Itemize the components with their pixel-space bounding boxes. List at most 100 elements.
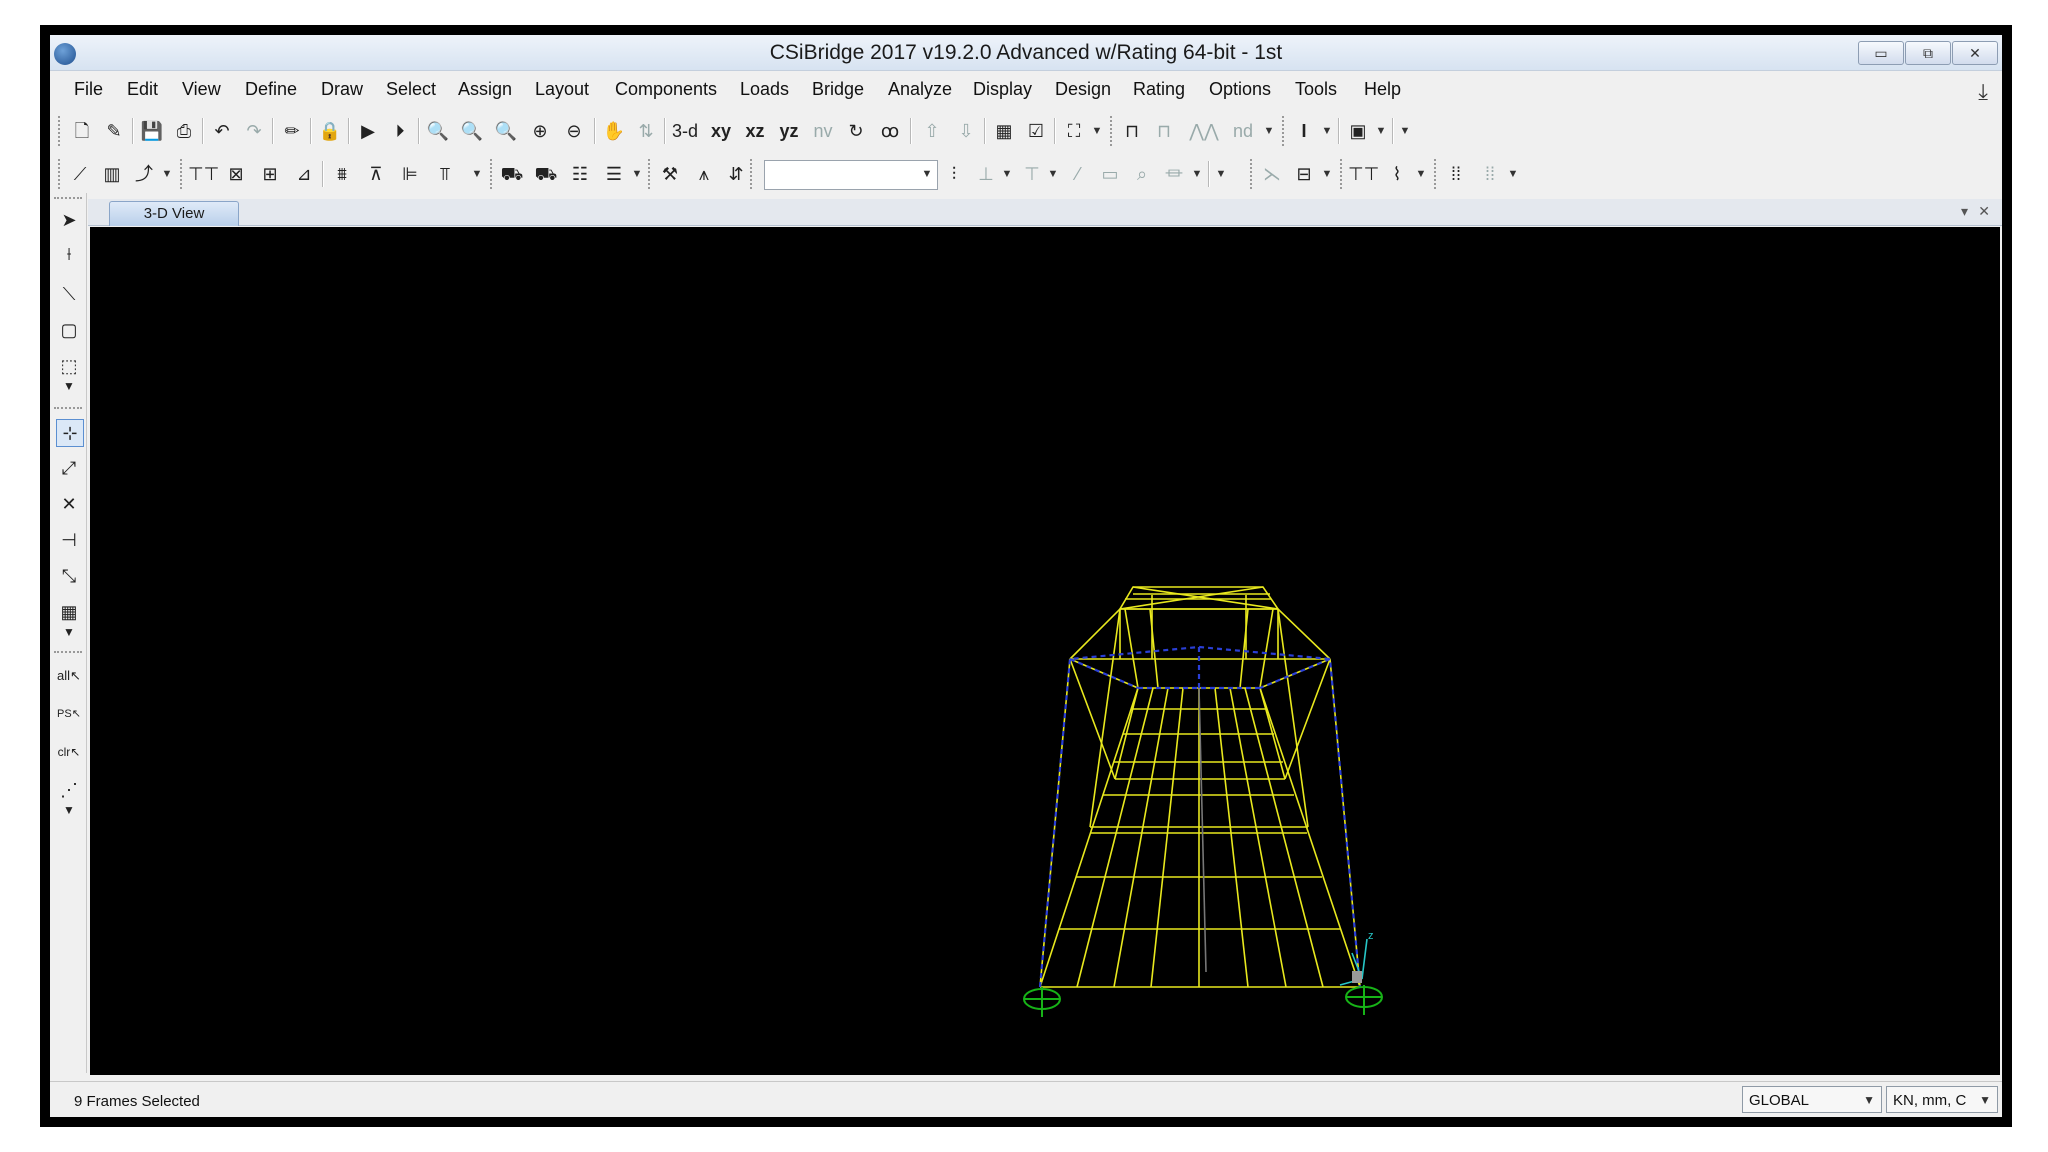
draw-line-icon[interactable]: ⟍ — [56, 281, 82, 307]
zoom-in-icon[interactable]: ⊕ — [526, 118, 554, 144]
menu-rating[interactable]: Rating — [1133, 79, 1185, 100]
draw-frame-icon[interactable]: ⟋ — [66, 161, 94, 187]
chevron-down-icon[interactable]: ▼ — [630, 161, 644, 187]
show-undeformed-icon[interactable]: ⛶ — [1060, 118, 1088, 144]
draw-area-icon[interactable]: ⬚ — [56, 353, 82, 379]
refresh-view-icon[interactable]: ✏ — [278, 118, 306, 144]
toolbar-grip[interactable] — [1282, 116, 1287, 146]
intersecting-line-select-icon[interactable]: ⋰ — [56, 777, 82, 803]
chevron-down-icon[interactable]: ▼ — [470, 161, 484, 187]
move-down-icon[interactable]: ⇩ — [952, 118, 980, 144]
toolbar-grip[interactable] — [54, 651, 82, 655]
chevron-down-icon[interactable]: ▼ — [1000, 161, 1014, 187]
toolbar-grip[interactable] — [1434, 159, 1439, 189]
design-frame-icon[interactable]: ⋋ — [1258, 161, 1286, 187]
chevron-down-icon[interactable]: ▼ — [1046, 161, 1060, 187]
chevron-down-icon[interactable]: ▼ — [1414, 161, 1428, 187]
bent-icon[interactable]: ⊞ — [256, 161, 284, 187]
minimize-button[interactable]: ▭ — [1858, 41, 1904, 65]
pointer-icon[interactable]: ➤ — [56, 207, 82, 233]
download-icon[interactable]: ⤓ — [1978, 79, 1988, 105]
run-analysis-icon[interactable]: ▶ — [354, 118, 382, 144]
bearing-icon[interactable]: ⩩ — [328, 161, 356, 187]
check-model-icon[interactable]: ☑ — [1022, 118, 1050, 144]
menu-options[interactable]: Options — [1209, 79, 1271, 100]
menu-components[interactable]: Components — [615, 79, 717, 100]
lock-icon[interactable]: 🔒 — [316, 118, 344, 144]
show-grid-icon[interactable]: ⁞⁞ — [1442, 161, 1470, 187]
vehicle-class-icon[interactable]: ⛟ — [532, 161, 560, 187]
chevron-down-icon[interactable]: ▼ — [1320, 118, 1334, 144]
menu-view[interactable]: View — [182, 79, 221, 100]
chevron-down-icon[interactable]: ▼ — [1374, 118, 1388, 144]
view-nd-button[interactable]: nd — [1228, 118, 1258, 144]
close-button[interactable]: ✕ — [1952, 41, 1998, 65]
pan-icon[interactable]: ✋ — [600, 118, 628, 144]
redo-icon[interactable]: ↷ — [240, 118, 268, 144]
menu-define[interactable]: Define — [245, 79, 297, 100]
span-icon[interactable]: ⊫ — [396, 161, 424, 187]
abutment-icon[interactable]: ⊿ — [290, 161, 318, 187]
chevron-down-icon[interactable]: ▼ — [160, 161, 174, 187]
display-joint-reactions-icon[interactable]: ⊥ — [972, 161, 1000, 187]
display-forces-icon[interactable]: ⫶ — [940, 161, 968, 187]
chevron-down-icon[interactable]: ▼ — [1090, 118, 1104, 144]
view-xy-button[interactable]: xy — [706, 118, 736, 144]
toolbar-grip[interactable] — [648, 159, 653, 189]
toolbar-grip[interactable] — [1110, 116, 1115, 146]
move-up-icon[interactable]: ⇧ — [918, 118, 946, 144]
design-table-icon[interactable]: ⊟ — [1290, 161, 1318, 187]
chevron-down-icon[interactable]: ▼ — [920, 161, 934, 187]
coord-system-select[interactable]: GLOBAL ▼ — [1742, 1086, 1882, 1113]
area-section-icon[interactable]: ▣ — [1344, 118, 1372, 144]
view-yz-button[interactable]: yz — [774, 118, 804, 144]
menu-draw[interactable]: Draw — [321, 79, 363, 100]
snap-lines-icon[interactable]: ⤡ — [56, 563, 82, 589]
draw-rectangle-icon[interactable]: ▢ — [56, 317, 82, 343]
draw-section-cut-icon[interactable]: ▥ — [98, 161, 126, 187]
snap-line-ends-icon[interactable]: ⤢ — [56, 455, 82, 481]
show-axes-icon[interactable]: ⁞⁞ — [1476, 161, 1504, 187]
undo-icon[interactable]: ↶ — [208, 118, 236, 144]
zoom-out-icon[interactable]: ⊖ — [560, 118, 588, 144]
menu-tools[interactable]: Tools — [1295, 79, 1337, 100]
toolbar-grip[interactable] — [58, 116, 63, 146]
view-xz-button[interactable]: xz — [740, 118, 770, 144]
units-select[interactable]: KN, mm, C ▼ — [1886, 1086, 1998, 1113]
toolbar-grip[interactable] — [180, 159, 185, 189]
toolbar-grip[interactable] — [58, 159, 63, 189]
toolbar-grip[interactable] — [1340, 159, 1345, 189]
lanes-icon[interactable]: ☷ — [566, 161, 594, 187]
toolbar-grip[interactable] — [54, 197, 82, 201]
display-plot-functions-icon[interactable]: ▭ — [1096, 161, 1124, 187]
set-display-options-icon[interactable]: ▦ — [990, 118, 1018, 144]
chevron-down-icon[interactable]: ▼ — [1506, 161, 1520, 187]
load-patterns-icon[interactable]: ☰ — [600, 161, 628, 187]
chevron-down-icon[interactable]: ▼ — [1262, 118, 1276, 144]
perspective-icon[interactable]: ꝏ — [874, 118, 906, 144]
chevron-down-icon[interactable]: ▼ — [1190, 161, 1204, 187]
menu-display[interactable]: Display — [973, 79, 1032, 100]
load-case-dropdown[interactable] — [764, 160, 938, 190]
chevron-down-icon[interactable]: ▼ — [56, 379, 82, 393]
measure-icon[interactable]: ⇅ — [632, 118, 660, 144]
restore-button[interactable]: ⧉ — [1905, 41, 1951, 65]
toolbar-grip[interactable] — [750, 159, 755, 189]
select-all-button[interactable]: all↖ — [56, 663, 82, 689]
model-3d-viewport[interactable]: z — [90, 227, 2000, 1075]
truss-icon[interactable]: ⩚ — [690, 161, 718, 187]
clear-selection-button[interactable]: clr↖ — [56, 739, 82, 765]
chevron-down-icon[interactable]: ▼ — [1214, 161, 1228, 187]
snap-intersections-icon[interactable]: ✕ — [56, 491, 82, 517]
vehicle-icon[interactable]: ⛟ — [498, 161, 526, 187]
deck-section-icon[interactable]: ⊤⊤ — [188, 161, 219, 187]
display-virtual-work-icon[interactable]: ⁄ — [1064, 161, 1092, 187]
draw-curve-icon[interactable]: ⤴ — [130, 161, 158, 187]
select-previous-button[interactable]: PS↖ — [56, 701, 82, 727]
print-icon[interactable]: ⎙ — [170, 118, 198, 144]
chevron-down-icon[interactable]: ▼ — [56, 803, 82, 817]
toolbar-grip[interactable] — [1250, 159, 1255, 189]
seismic-icon[interactable]: ⇵ — [724, 161, 748, 187]
toolbar-grip[interactable] — [54, 407, 82, 411]
new-file-icon[interactable]: 🗋 — [68, 118, 96, 144]
